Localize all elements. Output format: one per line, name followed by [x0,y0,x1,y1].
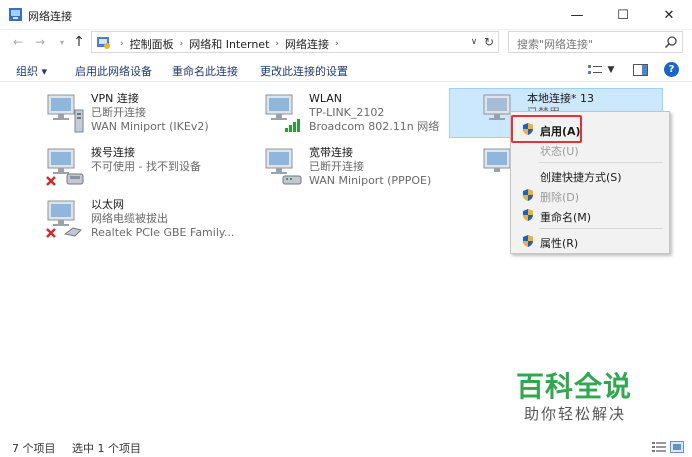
connection-name: 本地连接* 13 [527,92,594,105]
wlan-connection-icon [265,94,300,132]
breadcrumb-network-internet[interactable]: 网络和 Internet [189,36,269,52]
connection-device: WAN Miniport (IKEv2) [91,120,209,133]
connection-device: WAN Miniport (PPPOE) [309,174,432,187]
enable-device-button[interactable]: 启用此网络设备 [75,63,152,79]
watermark-subtitle: 助你轻松解决 [524,405,627,423]
breadcrumb-separator: › [179,39,184,49]
back-arrow-icon[interactable]: ← [9,33,27,51]
broadband-connection-icon [265,148,302,185]
connection-status: 已断开连接 [91,106,146,119]
vpn-connection-icon [47,94,84,133]
menu-item-create-shortcut[interactable]: 创建快捷方式(S) [515,165,665,185]
connection-status: 已断开连接 [309,160,364,173]
uac-shield-icon [523,189,533,201]
breadcrumb-network-connections[interactable]: 网络连接 [285,36,329,52]
connection-item-dialup[interactable]: 拨号连接 不可使用 - 找不到设备 [45,146,235,190]
connection-item-hidden[interactable] [481,146,511,190]
change-settings-button[interactable]: 更改此连接的设置 [260,63,348,79]
connection-status: 网络电缆被拔出 [91,212,168,225]
connection-name: 宽带连接 [309,146,353,159]
menu-item-label: 状态(U) [540,145,579,158]
connection-name: 拨号连接 [91,146,135,159]
menu-separator [539,162,663,163]
command-bar: 组织 ▾ 启用此网络设备 重命名此连接 更改此连接的设置 ▼ ? [0,58,692,82]
connection-item-broadband[interactable]: 宽带连接 已断开连接 WAN Miniport (PPPOE) [263,146,443,190]
network-connections-icon [9,8,22,21]
connection-name: VPN 连接 [91,92,139,105]
menu-item-label: 属性(R) [540,237,579,250]
menu-item-delete[interactable]: 删除(D) [515,185,665,205]
breadcrumb: › 控制面板 › 网络和 Internet › 网络连接 › [114,36,345,52]
connection-status: TP-LINK_2102 [309,106,385,119]
breadcrumb-separator: › [120,39,124,49]
close-button[interactable]: ✕ [646,0,692,30]
uac-shield-icon [523,235,533,247]
preview-pane-icon[interactable] [632,62,648,78]
navigation-bar: ← → ▾ ↑ › 控制面板 › 网络和 Internet › 网络连接 › ∨… [0,30,692,54]
connection-item-vpn[interactable]: VPN 连接 已断开连接 WAN Miniport (IKEv2) [45,92,235,136]
connection-device: Broadcom 802.11n 网络 [309,120,440,133]
view-options-icon[interactable] [587,62,603,78]
menu-separator [539,228,663,229]
watermark-title: 百科全说 [516,370,633,403]
rename-connection-button[interactable]: 重命名此连接 [172,63,238,79]
search-input[interactable]: 搜索"网络连接" [508,31,683,53]
connection-name: WLAN [309,92,343,105]
view-options-chevron-icon[interactable]: ▼ [605,62,617,78]
search-icon [664,36,677,49]
recent-locations-chevron-icon[interactable]: ▾ [53,33,71,51]
dialup-connection-icon [46,148,84,186]
item-count: 7 个项目 [12,442,56,455]
search-placeholder: 搜索"网络连接" [517,38,594,51]
menu-item-properties[interactable]: 属性(R) [515,231,665,251]
up-arrow-icon[interactable]: ↑ [70,33,88,51]
forward-arrow-icon[interactable]: → [31,33,49,51]
status-bar: 7 个项目 选中 1 个项目 [0,437,692,457]
connection-item-wlan[interactable]: WLAN TP-LINK_2102 Broadcom 802.11n 网络 [263,92,443,136]
menu-item-rename[interactable]: 重命名(M) [515,205,665,225]
menu-item-label: 删除(D) [540,191,580,204]
window-title: 网络连接 [28,10,72,23]
help-icon[interactable]: ? [664,62,679,77]
menu-item-label: 重命名(M) [540,211,592,224]
control-panel-icon [97,37,110,49]
ethernet-connection-icon [46,200,82,238]
uac-shield-icon [523,209,533,221]
details-view-icon[interactable] [652,441,666,453]
maximize-button[interactable]: ☐ [600,0,646,30]
connection-item-ethernet[interactable]: 以太网 网络电缆被拔出 Realtek PCIe GBE Family... [45,198,245,242]
address-dropdown-icon[interactable]: ∨ [468,35,480,49]
refresh-icon[interactable]: ↻ [482,34,496,50]
selected-count: 选中 1 个项目 [72,442,141,455]
connection-name: 以太网 [91,198,124,211]
menu-item-label: 创建快捷方式(S) [540,171,622,184]
address-bar[interactable]: › 控制面板 › 网络和 Internet › 网络连接 › ∨ ↻ [91,31,499,53]
breadcrumb-separator: › [275,39,280,49]
connection-status: 不可使用 - 找不到设备 [91,160,201,173]
breadcrumb-control-panel[interactable]: 控制面板 [130,36,174,52]
large-icons-view-icon[interactable] [670,441,684,453]
organize-button[interactable]: 组织 ▾ [16,63,47,79]
title-bar: 网络连接 — ☐ ✕ [0,0,692,30]
connection-device: Realtek PCIe GBE Family... [91,226,235,239]
annotation-highlight-box [511,115,582,143]
minimize-button[interactable]: — [554,0,600,30]
breadcrumb-separator: › [335,39,339,49]
watermark: 百科全说 助你轻松解决 [516,365,646,423]
